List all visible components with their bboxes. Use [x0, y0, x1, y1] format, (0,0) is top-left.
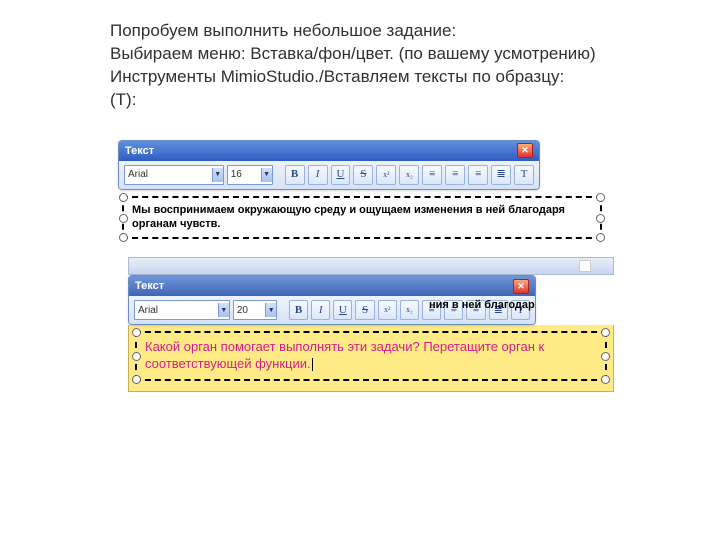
text-toolbar: Текст ✕ Arial ▼ 20 ▼ B I U S: [128, 275, 536, 325]
toolbar-titlebar: Текст ✕: [129, 276, 535, 296]
resize-handle[interactable]: [119, 193, 128, 202]
instruction-line: Инструменты MimioStudio./Вставляем текст…: [110, 66, 620, 89]
resize-handle[interactable]: [601, 328, 610, 337]
screenshot-1: Текст ✕ Arial ▼ 16 ▼ B I U S x² x₂ ≡: [118, 140, 620, 240]
instruction-line: Выбираем меню: Вставка/фон/цвет. (по ваш…: [110, 43, 620, 66]
resize-handle[interactable]: [596, 193, 605, 202]
resize-handle[interactable]: [601, 352, 610, 361]
resize-handle[interactable]: [119, 214, 128, 223]
subscript-button[interactable]: x₂: [399, 165, 419, 185]
font-select-value: Arial: [138, 305, 158, 316]
close-icon[interactable]: ✕: [513, 279, 529, 294]
canvas-area: Какой орган помогает выполнять эти задач…: [128, 325, 614, 392]
chevron-down-icon: ▼: [261, 168, 272, 182]
toolbar-titlebar: Текст ✕: [119, 141, 539, 161]
textbox-content: Мы воспринимаем окружающую среду и ощуща…: [132, 204, 565, 230]
text-toolbar: Текст ✕ Arial ▼ 16 ▼ B I U S x² x₂ ≡: [118, 140, 540, 190]
font-size-value: 16: [231, 169, 242, 180]
strike-button[interactable]: S: [353, 165, 373, 185]
toolbar-row: Arial ▼ 20 ▼ B I U S x² x₂ ≡ ≡: [129, 296, 535, 324]
superscript-button[interactable]: x²: [376, 165, 396, 185]
resize-handle[interactable]: [119, 233, 128, 242]
text-box[interactable]: Какой орган помогает выполнять эти задач…: [135, 331, 607, 381]
italic-button[interactable]: I: [311, 300, 330, 320]
font-size-value: 20: [237, 305, 248, 316]
toolbar-row: Arial ▼ 16 ▼ B I U S x² x₂ ≡ ≡ ≡ ≣ T: [119, 161, 539, 189]
instruction-line: (Т):: [110, 89, 620, 112]
font-size-select[interactable]: 20 ▼: [233, 300, 277, 320]
font-select[interactable]: Arial ▼: [124, 165, 224, 185]
font-select[interactable]: Arial ▼: [134, 300, 230, 320]
textbox-content: Какой орган помогает выполнять эти задач…: [145, 339, 544, 371]
text-cursor: [312, 358, 313, 371]
bold-button[interactable]: B: [285, 165, 305, 185]
screenshot-2: Текст ✕ Arial ▼ 20 ▼ B I U S: [128, 257, 614, 392]
underline-button[interactable]: U: [333, 300, 352, 320]
align-left-button[interactable]: ≡: [422, 165, 442, 185]
chevron-down-icon: ▼: [265, 303, 276, 317]
text-tool-button[interactable]: T: [514, 165, 534, 185]
resize-handle[interactable]: [601, 375, 610, 384]
resize-handle[interactable]: [132, 375, 141, 384]
chevron-down-icon: ▼: [218, 303, 229, 317]
close-icon[interactable]: ✕: [517, 143, 533, 158]
subscript-button[interactable]: x₂: [400, 300, 419, 320]
instruction-text: Попробуем выполнить небольшое задание: В…: [110, 20, 620, 112]
toolbar-title: Текст: [135, 280, 164, 292]
instruction-line: Попробуем выполнить небольшое задание:: [110, 20, 620, 43]
italic-button[interactable]: I: [308, 165, 328, 185]
superscript-button[interactable]: x²: [378, 300, 397, 320]
underline-button[interactable]: U: [331, 165, 351, 185]
align-center-button[interactable]: ≡: [445, 165, 465, 185]
font-select-value: Arial: [128, 169, 148, 180]
chevron-down-icon: ▼: [212, 168, 223, 182]
toolbar-title: Текст: [125, 145, 154, 157]
resize-handle[interactable]: [596, 233, 605, 242]
text-box[interactable]: Мы воспринимаем окружающую среду и ощуща…: [122, 196, 602, 240]
resize-handle[interactable]: [596, 214, 605, 223]
resize-handle[interactable]: [132, 352, 141, 361]
strike-button[interactable]: S: [355, 300, 374, 320]
list-button[interactable]: ≣: [491, 165, 511, 185]
background-app-toolbar: [128, 257, 614, 275]
font-size-select[interactable]: 16 ▼: [227, 165, 273, 185]
resize-handle[interactable]: [132, 328, 141, 337]
background-text-fragment: ния в ней благодаря: [429, 299, 536, 311]
bold-button[interactable]: B: [289, 300, 308, 320]
align-right-button[interactable]: ≡: [468, 165, 488, 185]
